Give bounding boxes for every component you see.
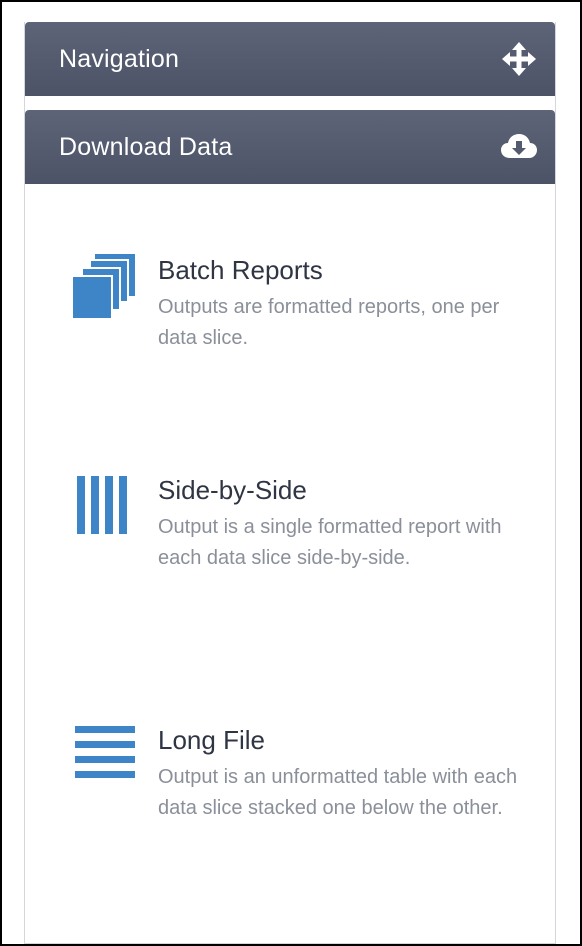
download-data-header[interactable]: Download Data — [25, 110, 555, 184]
download-options: Batch Reports Outputs are formatted repo… — [25, 184, 555, 944]
horizontal-lines-icon — [73, 724, 137, 788]
side-by-side-description: Output is a single formatted report with… — [158, 516, 502, 569]
sidebar-panel: Navigation Download Data Batch Reports O… — [24, 22, 556, 944]
navigation-title: Navigation — [59, 44, 180, 73]
side-by-side-title: Side-by-Side — [158, 475, 307, 505]
batch-reports-description: Outputs are formatted reports, one per d… — [158, 296, 500, 349]
stacked-pages-icon — [73, 254, 137, 318]
download-data-title: Download Data — [59, 132, 233, 161]
vertical-bars-icon — [73, 474, 137, 538]
long-file-description: Output is an unformatted table with each… — [158, 766, 518, 819]
long-file-title: Long File — [158, 725, 265, 755]
navigation-header[interactable]: Navigation — [25, 22, 555, 96]
cloud-download-icon[interactable] — [501, 129, 537, 165]
batch-reports-title: Batch Reports — [158, 255, 323, 285]
move-arrows-icon[interactable] — [501, 41, 537, 77]
